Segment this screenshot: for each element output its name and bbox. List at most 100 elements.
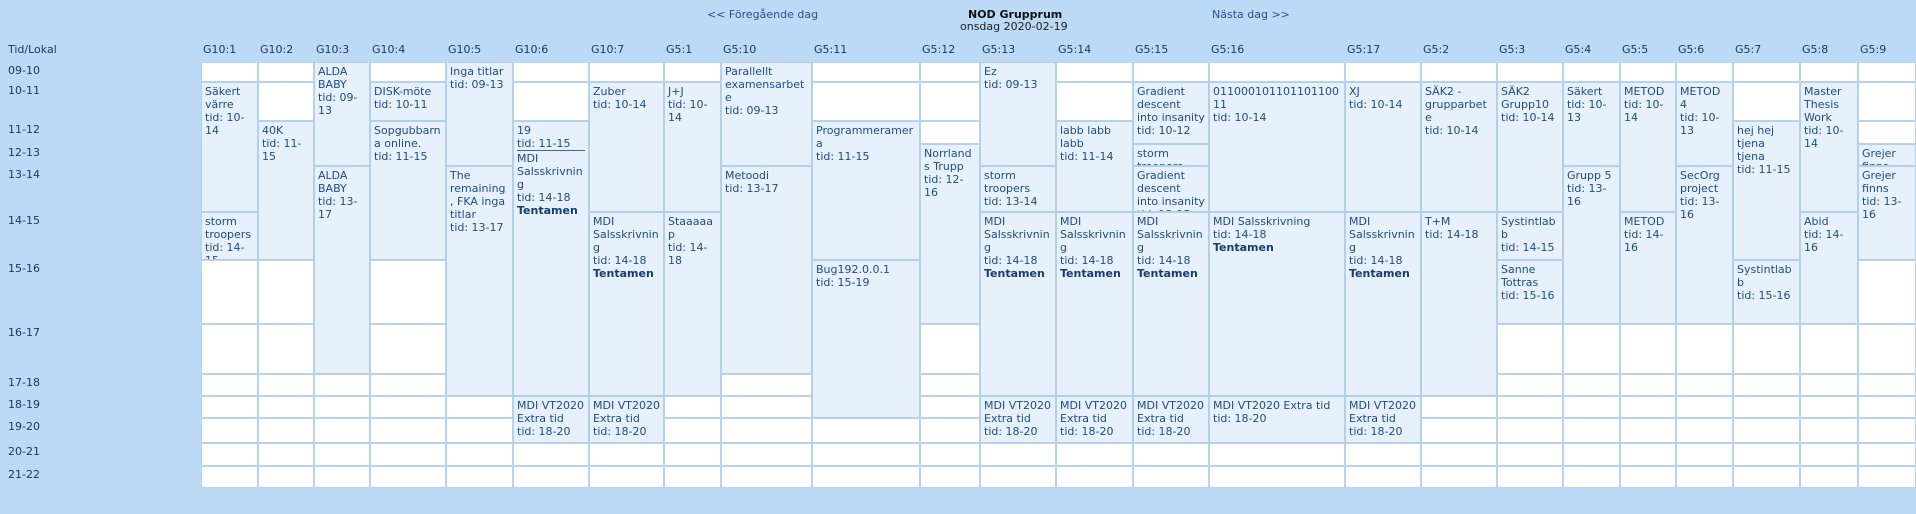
booking-block[interactable]: Systintlabb tid: 15-16: [1733, 260, 1800, 324]
empty-time-slot[interactable]: [721, 418, 812, 443]
booking-block[interactable]: MDI VT2020 Extra tid tid: 18-20: [513, 396, 589, 443]
empty-time-slot[interactable]: [258, 418, 314, 443]
empty-time-slot[interactable]: [1345, 443, 1421, 466]
empty-time-slot[interactable]: [1800, 443, 1858, 466]
booking-block[interactable]: Gradient descent into insanitytid: 13-15: [1133, 166, 1209, 212]
booking-block[interactable]: 01100010110110110011 tid: 10-14: [1209, 82, 1345, 212]
booking-block[interactable]: MDI VT2020 Extra tid tid: 18-20: [1056, 396, 1133, 443]
empty-time-slot[interactable]: [1800, 62, 1858, 82]
booking-block[interactable]: MDI VT2020 Extra tid tid: 18-20: [589, 396, 664, 443]
booking-block[interactable]: Inga titlar tid: 09-13: [446, 62, 513, 166]
booking-block[interactable]: Sanne Tottras tid: 15-16: [1497, 260, 1563, 324]
empty-time-slot[interactable]: [314, 418, 370, 443]
empty-time-slot[interactable]: [1800, 374, 1858, 396]
empty-time-slot[interactable]: [1733, 396, 1800, 418]
empty-time-slot[interactable]: [1733, 418, 1800, 443]
empty-time-slot[interactable]: [1421, 466, 1497, 488]
empty-time-slot[interactable]: [1497, 443, 1563, 466]
booking-block[interactable]: MDI Salsskrivning tid: 14-18 Tentamen: [589, 212, 664, 396]
empty-time-slot[interactable]: [258, 466, 314, 488]
empty-time-slot[interactable]: [201, 443, 258, 466]
empty-time-slot[interactable]: [370, 260, 446, 324]
empty-time-slot[interactable]: [1858, 260, 1916, 324]
empty-time-slot[interactable]: [980, 443, 1056, 466]
next-day-link[interactable]: Nästa dag >>: [1212, 8, 1290, 21]
empty-time-slot[interactable]: [1733, 324, 1800, 374]
empty-time-slot[interactable]: [1563, 374, 1620, 396]
empty-time-slot[interactable]: [258, 443, 314, 466]
booking-block[interactable]: DISK-möte tid: 10-11: [370, 82, 446, 121]
empty-time-slot[interactable]: [201, 418, 258, 443]
empty-time-slot[interactable]: [1497, 374, 1563, 396]
empty-time-slot[interactable]: [812, 443, 920, 466]
empty-time-slot[interactable]: [920, 62, 980, 82]
booking-block[interactable]: Staaaaap tid: 14-18: [664, 212, 721, 396]
booking-block[interactable]: 19 tid: 11-15 MDI Salsskrivning tid: 14-18 T…: [513, 121, 589, 396]
empty-time-slot[interactable]: [1421, 443, 1497, 466]
empty-time-slot[interactable]: [1421, 62, 1497, 82]
empty-time-slot[interactable]: [920, 443, 980, 466]
booking-block[interactable]: storm troopers tid: 13-14: [980, 166, 1056, 212]
empty-time-slot[interactable]: [812, 82, 920, 121]
empty-time-slot[interactable]: [370, 62, 446, 82]
empty-time-slot[interactable]: [589, 443, 664, 466]
empty-time-slot[interactable]: [1676, 62, 1733, 82]
empty-time-slot[interactable]: [812, 466, 920, 488]
empty-time-slot[interactable]: [1133, 62, 1209, 82]
empty-time-slot[interactable]: [1563, 324, 1620, 374]
empty-time-slot[interactable]: [258, 396, 314, 418]
booking-block[interactable]: Grejer finns tid: 13-16: [1858, 166, 1916, 260]
empty-time-slot[interactable]: [370, 466, 446, 488]
empty-time-slot[interactable]: [1056, 466, 1133, 488]
booking-block[interactable]: ALDA BABY tid: 13-17: [314, 166, 370, 374]
empty-time-slot[interactable]: [1497, 396, 1563, 418]
empty-time-slot[interactable]: [1733, 62, 1800, 82]
empty-time-slot[interactable]: [1421, 396, 1497, 418]
empty-time-slot[interactable]: [1563, 418, 1620, 443]
empty-time-slot[interactable]: [201, 396, 258, 418]
empty-time-slot[interactable]: [721, 396, 812, 418]
booking-block[interactable]: MDI VT2020 Extra tid tid: 18-20: [980, 396, 1056, 443]
booking-block[interactable]: Gradient descent into insanity tid: 10-12: [1133, 82, 1209, 144]
empty-time-slot[interactable]: [1676, 418, 1733, 443]
empty-time-slot[interactable]: [812, 418, 920, 443]
empty-time-slot[interactable]: [1676, 374, 1733, 396]
empty-time-slot[interactable]: [1620, 466, 1676, 488]
booking-block[interactable]: storm trooperstid: 14-15: [201, 212, 258, 260]
empty-time-slot[interactable]: [980, 466, 1056, 488]
booking-block[interactable]: Säkert tid: 10-13: [1563, 82, 1620, 166]
booking-block[interactable]: SecOrg project tid: 13-16: [1676, 166, 1733, 324]
booking-block[interactable]: Master Thesis Work tid: 10-14: [1800, 82, 1858, 212]
empty-time-slot[interactable]: [1858, 443, 1916, 466]
booking-block[interactable]: labb labb labb tid: 11-14: [1056, 121, 1133, 212]
empty-time-slot[interactable]: [446, 466, 513, 488]
empty-time-slot[interactable]: [1620, 374, 1676, 396]
empty-time-slot[interactable]: [370, 374, 446, 396]
empty-time-slot[interactable]: [664, 466, 721, 488]
empty-time-slot[interactable]: [721, 443, 812, 466]
empty-time-slot[interactable]: [920, 374, 980, 396]
booking-block[interactable]: Bug192.0.0.1 tid: 15-19: [812, 260, 920, 418]
empty-time-slot[interactable]: [314, 443, 370, 466]
empty-time-slot[interactable]: [1563, 443, 1620, 466]
empty-time-slot[interactable]: [1676, 396, 1733, 418]
empty-time-slot[interactable]: [721, 374, 812, 396]
empty-time-slot[interactable]: [1858, 62, 1916, 82]
booking-block[interactable]: MDI VT2020 Extra tid tid: 18-20: [1209, 396, 1345, 443]
empty-time-slot[interactable]: [664, 418, 721, 443]
booking-block[interactable]: Parallellt examensarbete tid: 09-13: [721, 62, 812, 166]
empty-time-slot[interactable]: [1858, 324, 1916, 374]
empty-time-slot[interactable]: [920, 324, 980, 374]
empty-time-slot[interactable]: [1800, 396, 1858, 418]
booking-block[interactable]: J+J tid: 10-14: [664, 82, 721, 212]
empty-time-slot[interactable]: [1209, 443, 1345, 466]
empty-time-slot[interactable]: [1733, 82, 1800, 121]
booking-block[interactable]: SÄK2 Grupp10 tid: 10-14: [1497, 82, 1563, 212]
booking-block[interactable]: SÄK2 - grupparbete tid: 10-14: [1421, 82, 1497, 212]
empty-time-slot[interactable]: [201, 324, 258, 374]
empty-time-slot[interactable]: [446, 396, 513, 418]
booking-block[interactable]: MDI VT2020 Extra tid tid: 18-20: [1133, 396, 1209, 443]
empty-time-slot[interactable]: [370, 418, 446, 443]
empty-time-slot[interactable]: [589, 466, 664, 488]
booking-block[interactable]: storm trooperstid: 12-13: [1133, 144, 1209, 166]
